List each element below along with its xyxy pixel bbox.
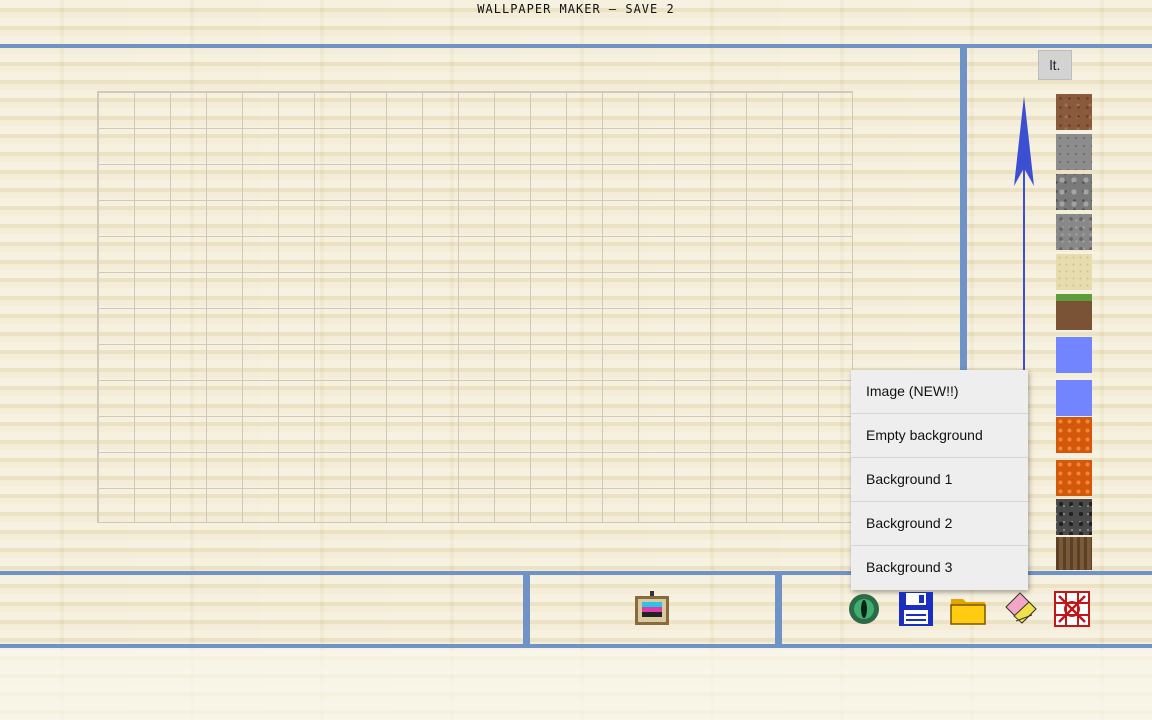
background-menu: Image (NEW!!) Empty background Backgroun…: [851, 370, 1028, 590]
scroll-up-arrow-icon[interactable]: [1010, 96, 1038, 376]
menu-item-image[interactable]: Image (NEW!!): [851, 370, 1028, 414]
menu-item-background-3[interactable]: Background 3: [851, 546, 1028, 590]
lava-block[interactable]: [1056, 417, 1092, 453]
menu-item-background-1[interactable]: Background 1: [851, 458, 1028, 502]
drawing-grid[interactable]: [97, 91, 853, 523]
menu-item-background-2[interactable]: Background 2: [851, 502, 1028, 546]
top-divider: [0, 44, 1152, 48]
gravel-block[interactable]: [1056, 214, 1092, 250]
clear-grid-icon[interactable]: [1054, 591, 1090, 627]
sand-block[interactable]: [1056, 254, 1092, 290]
painting-icon[interactable]: [634, 590, 670, 626]
grass-block[interactable]: [1056, 294, 1092, 330]
toolbar-bottom-divider: [0, 644, 1152, 648]
eraser-icon[interactable]: [1002, 591, 1038, 627]
stone-block[interactable]: [1056, 134, 1092, 170]
folder-icon[interactable]: [950, 591, 986, 627]
lava-block-2[interactable]: [1056, 460, 1092, 496]
bedrock-block[interactable]: [1056, 499, 1092, 535]
window-title: WALLPAPER MAKER – SAVE 2: [477, 2, 675, 16]
cobblestone-block[interactable]: [1056, 174, 1092, 210]
eye-icon[interactable]: [846, 591, 882, 627]
water-block-2[interactable]: [1056, 380, 1092, 416]
floppy-disk-icon[interactable]: [898, 591, 934, 627]
toolbar-divider-right: [775, 571, 782, 648]
bottom-area: [0, 650, 1152, 720]
wood-log-block[interactable]: [1056, 537, 1092, 570]
water-block[interactable]: [1056, 337, 1092, 373]
dirt-block[interactable]: [1056, 94, 1092, 130]
toolbar-divider-left: [523, 571, 530, 648]
lt-button[interactable]: lt.: [1038, 50, 1072, 80]
canvas-right-divider: [960, 44, 967, 374]
menu-item-empty-background[interactable]: Empty background: [851, 414, 1028, 458]
